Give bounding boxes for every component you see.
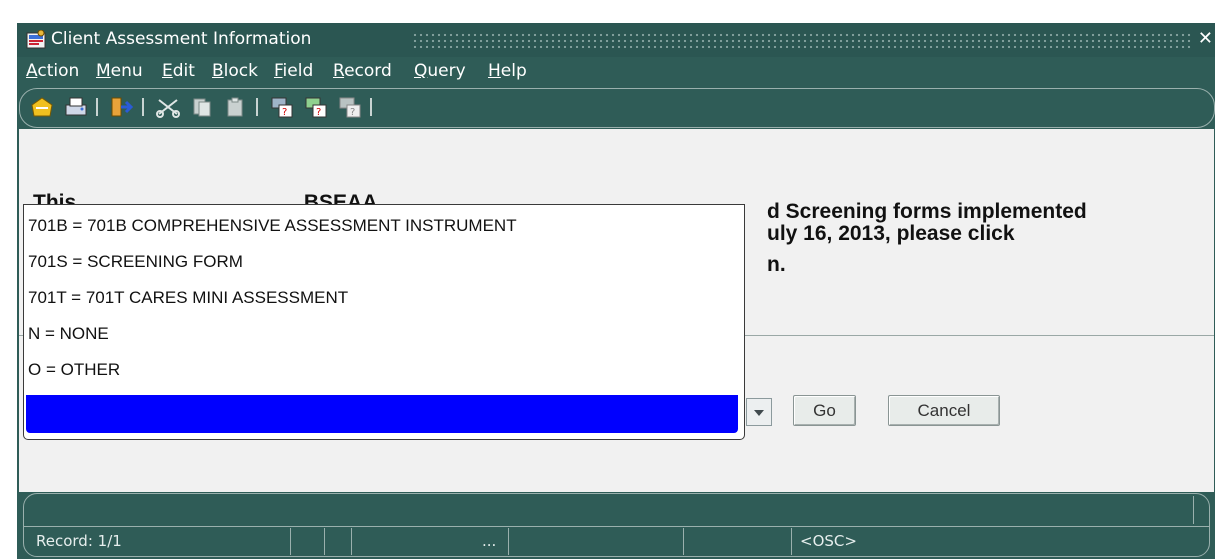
assessment-type-dropdown-list[interactable]: 701B = 701B COMPREHENSIVE ASSESSMENT INS…: [23, 204, 745, 440]
menu-record[interactable]: Record: [333, 61, 392, 81]
print-icon[interactable]: [64, 96, 88, 118]
toolbar-separator: [96, 98, 98, 116]
menu-field-label: ield: [282, 61, 314, 81]
menu-block-label: lock: [223, 61, 258, 81]
menu-bar: Action Menu Edit Block Field Record Quer…: [17, 57, 1215, 87]
window-title: Client Assessment Information: [51, 29, 312, 49]
query-icon[interactable]: ?: [270, 96, 294, 118]
status-cell: [324, 528, 325, 555]
svg-text:?: ?: [282, 107, 287, 118]
status-cell: [791, 528, 792, 555]
chevron-down-icon[interactable]: [746, 398, 772, 426]
status-cell: [508, 528, 509, 555]
dropdown-option-701t[interactable]: 701T = 701T CARES MINI ASSESSMENT: [28, 288, 348, 308]
menu-block[interactable]: Block: [212, 61, 258, 81]
menu-record-label: ecord: [344, 61, 392, 81]
menu-query[interactable]: Query: [414, 61, 466, 81]
dropdown-option-701s[interactable]: 701S = SCREENING FORM: [28, 252, 243, 272]
status-mode: <OSC>: [800, 532, 857, 550]
status-cell: [683, 528, 684, 555]
status-divider: [24, 526, 1209, 527]
svg-text:?: ?: [350, 107, 355, 118]
cut-icon[interactable]: [156, 96, 180, 118]
menu-menu[interactable]: Menu: [96, 61, 143, 81]
close-icon[interactable]: ✕: [1198, 28, 1213, 49]
menu-field[interactable]: Field: [274, 61, 313, 81]
cancel-button[interactable]: Cancel: [888, 395, 1000, 426]
go-button[interactable]: Go: [793, 395, 856, 426]
toolbar: ? ? ?: [19, 88, 1215, 128]
title-bar-pattern: [412, 32, 1192, 48]
status-bar: Record: 1/1 ... <OSC>: [23, 493, 1210, 557]
status-record: Record: 1/1: [36, 532, 122, 550]
message-line-2: uly 16, 2013, please click: [767, 222, 1015, 245]
query-execute-icon[interactable]: ?: [304, 96, 328, 118]
toolbar-separator: [142, 98, 144, 116]
query-cancel-icon[interactable]: ?: [338, 96, 362, 118]
status-cell: [1193, 496, 1194, 524]
svg-text:?: ?: [316, 107, 321, 118]
copy-icon[interactable]: [190, 96, 214, 118]
app-icon: [26, 29, 46, 50]
status-ellipsis: ...: [482, 532, 497, 550]
menu-help[interactable]: Help: [488, 61, 527, 81]
menu-query-label: uery: [427, 61, 466, 81]
save-icon[interactable]: [30, 96, 54, 118]
menu-edit-label: dit: [172, 61, 195, 81]
dropdown-option-blank-selected[interactable]: [26, 395, 738, 433]
menu-menu-label: enu: [110, 61, 143, 81]
dropdown-option-701b[interactable]: 701B = 701B COMPREHENSIVE ASSESSMENT INS…: [28, 216, 517, 236]
toolbar-separator: [256, 98, 258, 116]
menu-help-label: elp: [500, 61, 527, 81]
menu-action[interactable]: Action: [26, 61, 79, 81]
dropdown-option-other[interactable]: O = OTHER: [28, 360, 120, 380]
menu-action-label: ction: [37, 61, 80, 81]
exit-icon[interactable]: [110, 96, 134, 118]
message-line-3: n.: [767, 253, 786, 276]
paste-icon[interactable]: [224, 96, 248, 118]
menu-edit[interactable]: Edit: [162, 61, 195, 81]
status-cell: [290, 528, 291, 555]
title-bar[interactable]: Client Assessment Information ✕: [17, 23, 1215, 57]
dropdown-option-none[interactable]: N = NONE: [28, 324, 109, 344]
status-cell: [351, 528, 352, 555]
toolbar-separator: [370, 98, 372, 116]
